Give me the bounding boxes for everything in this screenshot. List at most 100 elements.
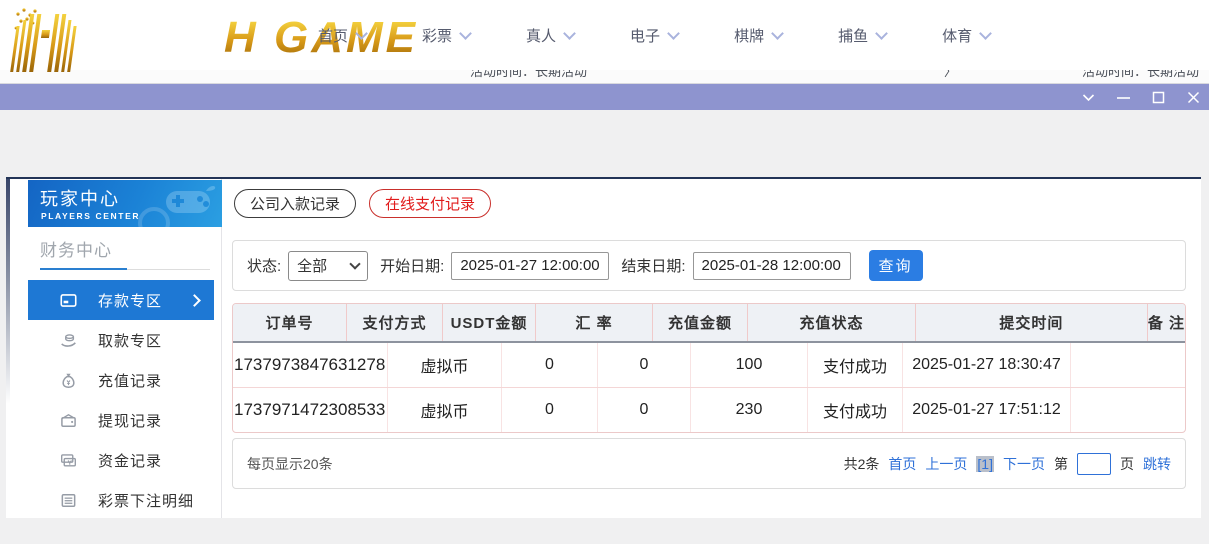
chevron-down-icon: [350, 258, 361, 269]
pager: 共2条 首页 上一页 [1] 下一页 第 页 跳转: [844, 453, 1171, 475]
logo-stripes-icon: [10, 2, 220, 74]
page-size-text: 每页显示20条: [247, 454, 333, 474]
status-select[interactable]: 全部: [288, 251, 368, 281]
nav-item[interactable]: 棋牌: [734, 25, 782, 46]
usdt-amount-cell: 0: [502, 343, 598, 387]
status-select-value: 全部: [297, 255, 327, 276]
order-number-cell: 1737971472308533: [233, 388, 388, 432]
jump-prefix: 第: [1054, 454, 1068, 474]
next-page-link[interactable]: 下一页: [1003, 454, 1045, 474]
top-header: H GAME 首页 彩票 真人 电子 棋牌: [0, 0, 1209, 70]
jump-go-link[interactable]: 跳转: [1143, 454, 1171, 474]
nav-item[interactable]: 首页: [318, 25, 366, 46]
chevron-down-icon: [563, 27, 576, 40]
left-edge-shadow: [6, 179, 10, 404]
chevron-down-icon: [875, 27, 888, 40]
window-titlebar: [0, 84, 1209, 110]
gamepad-icon: [160, 183, 216, 217]
record-tab[interactable]: 公司入款记录: [234, 189, 356, 218]
carousel-arrow: 〉: [944, 70, 957, 80]
chevron-down-icon[interactable]: [1080, 89, 1096, 105]
recharge-moneybag-icon: [60, 372, 77, 389]
maximize-icon[interactable]: [1150, 89, 1166, 105]
table-header-cell: USDT金额: [443, 304, 536, 341]
payment-method-cell: 虚拟币: [388, 343, 502, 387]
finance-section-title: 财务中心: [40, 236, 112, 261]
filter-bar: 状态: 全部 开始日期: 结束日期: 查询: [232, 240, 1186, 291]
start-date-input[interactable]: [451, 252, 609, 280]
lottery-list-icon: [60, 492, 77, 509]
end-date-input[interactable]: [693, 252, 851, 280]
sidebar-menu-item[interactable]: 取款专区: [28, 320, 214, 360]
end-date-label: 结束日期:: [621, 255, 685, 276]
status-cell: 支付成功: [808, 343, 903, 387]
table-header-cell: 支付方式: [347, 304, 443, 341]
status-label: 状态:: [247, 255, 281, 276]
payment-method-cell: 虚拟币: [388, 388, 502, 432]
sidebar-menu-item[interactable]: 充值记录: [28, 360, 214, 400]
table-header-cell: 充值状态: [748, 304, 916, 341]
record-tab[interactable]: 在线支付记录: [369, 189, 491, 218]
order-number-cell: 1737973847631278: [233, 343, 388, 387]
sidebar-menu-item[interactable]: 存款专区: [28, 280, 214, 320]
submit-time-cell: 2025-01-27 18:30:47: [903, 343, 1071, 387]
table-row: 1737973847631278 虚拟币 0 0 100 支付成功 2025-0…: [233, 343, 1185, 388]
table-header: 订单号 支付方式 USDT金额 汇 率 充值金额 充值状态 提交时间 备 注: [233, 304, 1185, 343]
chevron-down-icon: [459, 27, 472, 40]
chevron-down-icon: [771, 27, 784, 40]
note-cell: [1071, 388, 1185, 432]
chevron-right-icon: [188, 294, 201, 307]
close-icon[interactable]: [1185, 89, 1201, 105]
nav-item[interactable]: 彩票: [422, 25, 470, 46]
clipped-text: 活动时间：长期活动: [470, 70, 587, 80]
withdraw-hand-icon: [60, 332, 77, 349]
page-jump-input[interactable]: [1077, 453, 1111, 475]
table-header-cell: 汇 率: [536, 304, 653, 341]
usdt-amount-cell: 0: [502, 388, 598, 432]
sidebar-menu-item[interactable]: 彩票下注明细: [28, 480, 214, 520]
submit-time-cell: 2025-01-27 17:51:12: [903, 388, 1071, 432]
sidebar: 玩家中心 PLAYERS CENTER 财务中心 存款专区 取款专区: [28, 179, 222, 518]
table-row: 1737971472308533 虚拟币 0 0 230 支付成功 2025-0…: [233, 388, 1185, 432]
total-count: 共2条: [844, 454, 880, 474]
chevron-down-icon: [355, 27, 368, 40]
first-page-link[interactable]: 首页: [888, 454, 916, 474]
jump-suffix: 页: [1120, 454, 1134, 474]
table-header-cell: 充值金额: [653, 304, 748, 341]
deposit-card-icon: [60, 292, 77, 309]
minimize-icon[interactable]: [1115, 89, 1131, 105]
amount-cell: 230: [691, 388, 808, 432]
clipped-text: 活动时间：长期活动: [1082, 70, 1199, 80]
sidebar-menu-item[interactable]: 提现记录: [28, 400, 214, 440]
search-button[interactable]: 查询: [869, 250, 923, 281]
record-tabs: 公司入款记录 在线支付记录: [234, 189, 491, 218]
current-page-badge: [1]: [976, 456, 994, 472]
rate-cell: 0: [598, 388, 691, 432]
withdrawal-wallet-icon: [60, 412, 77, 429]
records-table: 订单号 支付方式 USDT金额 汇 率 充值金额 充值状态 提交时间 备 注 1…: [232, 303, 1186, 433]
section-divider: [40, 268, 210, 270]
pagination-bar: 每页显示20条 共2条 首页 上一页 [1] 下一页 第 页 跳转: [232, 438, 1186, 489]
nav-item[interactable]: 体育: [942, 25, 990, 46]
players-center-banner: 玩家中心 PLAYERS CENTER: [28, 180, 222, 227]
main-nav: 首页 彩票 真人 电子 棋牌 捕鱼: [318, 0, 990, 70]
table-header-cell: 提交时间: [916, 304, 1148, 341]
chevron-down-icon: [667, 27, 680, 40]
note-cell: [1071, 343, 1185, 387]
table-header-cell: 备 注: [1148, 304, 1185, 341]
rate-cell: 0: [598, 343, 691, 387]
prev-page-link[interactable]: 上一页: [925, 454, 967, 474]
funds-cash-icon: [60, 452, 77, 469]
chevron-down-icon: [979, 27, 992, 40]
table-header-cell: 订单号: [233, 304, 347, 341]
sidebar-menu-item[interactable]: 资金记录: [28, 440, 214, 480]
window-controls: [1080, 84, 1201, 110]
nav-item[interactable]: 电子: [630, 25, 678, 46]
nav-item[interactable]: 真人: [526, 25, 574, 46]
table-body: 1737973847631278 虚拟币 0 0 100 支付成功 2025-0…: [233, 343, 1185, 432]
start-date-label: 开始日期:: [380, 255, 444, 276]
sidebar-menu: 存款专区 取款专区 充值记录 提现记录: [28, 280, 222, 520]
amount-cell: 100: [691, 343, 808, 387]
nav-item[interactable]: 捕鱼: [838, 25, 886, 46]
status-cell: 支付成功: [808, 388, 903, 432]
